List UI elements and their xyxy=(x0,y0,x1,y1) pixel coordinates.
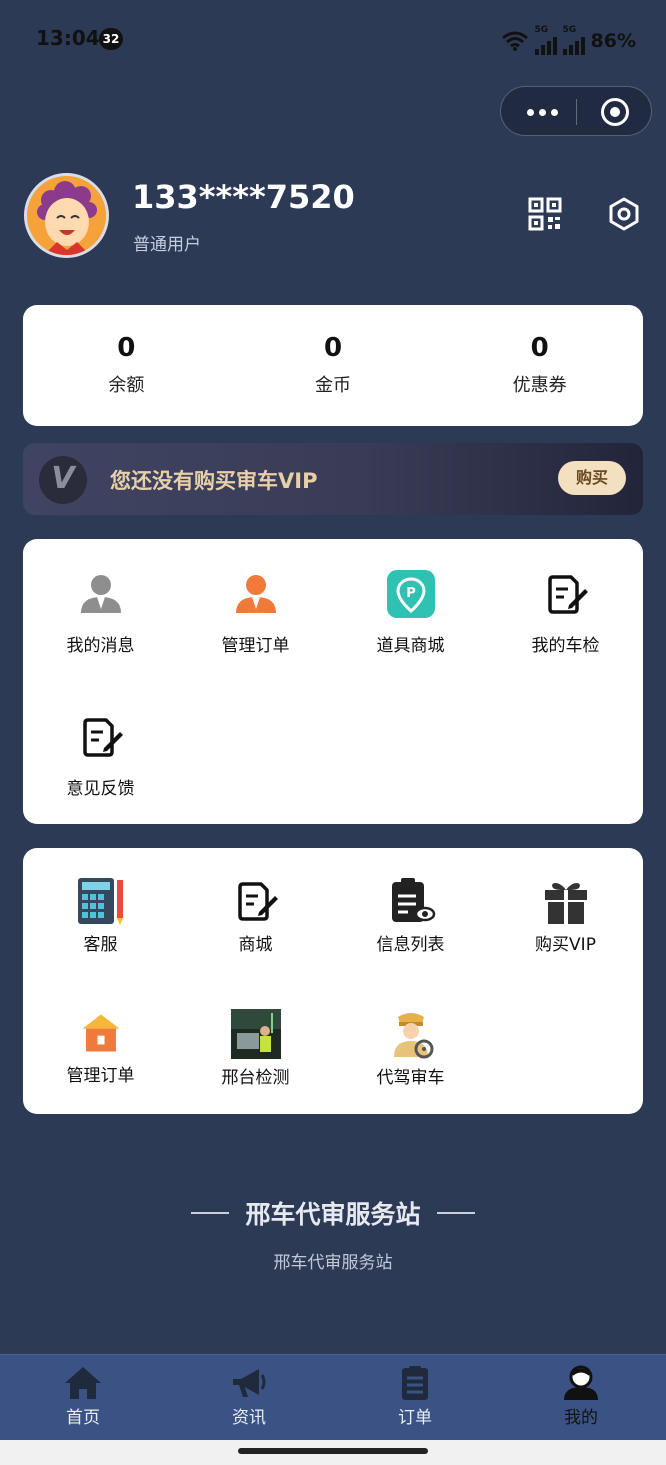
cartoon-avatar-icon xyxy=(27,176,106,255)
edit-document-icon xyxy=(82,718,123,757)
signal-bars-2-icon xyxy=(562,35,585,55)
user-type: 普通用户 xyxy=(133,235,201,255)
tool-xingtai-inspection[interactable]: 邢台检测 xyxy=(178,1009,333,1088)
home-indicator-area xyxy=(0,1440,666,1465)
service-label: 我的消息 xyxy=(66,636,135,656)
tool-label: 代驾审车 xyxy=(376,1068,445,1088)
tool-label: 管理订单 xyxy=(66,1066,135,1086)
home-icon xyxy=(65,1367,101,1399)
edit-document-icon xyxy=(237,882,278,921)
service-prop-mall[interactable]: P 道具商城 xyxy=(333,569,488,656)
user-message-icon xyxy=(80,575,121,613)
qr-code-button[interactable] xyxy=(527,196,563,232)
stat-value: 0 xyxy=(323,333,343,363)
tool-manage-orders[interactable]: 管理订单 xyxy=(23,1011,178,1086)
tab-mine[interactable]: 我的 xyxy=(498,1355,664,1441)
notification-count-badge: 32 xyxy=(99,28,123,50)
stat-label: 余额 xyxy=(108,375,145,396)
clipboard-list-icon xyxy=(402,1366,428,1400)
service-label: 我的车检 xyxy=(531,636,600,656)
signal-bars-1-icon xyxy=(534,35,557,55)
status-indicators: 5G 5G 86% xyxy=(501,26,636,55)
service-label: 意见反馈 xyxy=(66,779,135,799)
tool-buy-vip[interactable]: 购买VIP xyxy=(488,876,643,955)
tab-home[interactable]: 首页 xyxy=(0,1355,166,1441)
tool-label: 邢台检测 xyxy=(221,1068,290,1088)
tools-card: 客服 商城 信息列表 购买VIP 管理订单 邢台检测 代驾审车 xyxy=(23,848,643,1114)
network-type-1: 5G xyxy=(534,25,549,35)
footer-brand: 邢车代审服务站 xyxy=(0,1195,666,1231)
network-type-2: 5G xyxy=(562,25,577,35)
tab-news[interactable]: 资讯 xyxy=(166,1355,332,1441)
divider-right xyxy=(436,1212,475,1214)
tool-label: 商城 xyxy=(238,935,273,955)
footer-title-row: 邢车代审服务站 xyxy=(191,1195,475,1231)
stat-coins[interactable]: 0 金币 xyxy=(230,305,437,426)
signal-1: 5G xyxy=(534,25,557,55)
user-phone: 133****7520 xyxy=(132,178,355,216)
footer-title: 邢车代审服务站 xyxy=(245,1200,421,1229)
divider-left xyxy=(191,1212,230,1214)
driver-avatar-icon xyxy=(393,1013,433,1059)
gift-icon xyxy=(544,883,587,924)
close-target-icon[interactable] xyxy=(601,98,629,126)
photo-thumbnail xyxy=(230,1009,281,1059)
tool-customer-service[interactable]: 客服 xyxy=(23,876,178,955)
service-my-inspection[interactable]: 我的车检 xyxy=(488,569,643,656)
status-time: 13:04 xyxy=(36,26,100,50)
tool-mall[interactable]: 商城 xyxy=(178,876,333,955)
calculator-icon xyxy=(77,878,123,925)
svg-text:P: P xyxy=(406,586,416,601)
settings-hexagon-icon xyxy=(609,197,639,231)
vip-banner[interactable]: V 您还没有购买审车VIP 购买 xyxy=(23,443,643,515)
service-feedback[interactable]: 意见反馈 xyxy=(23,712,178,799)
account-stats-card: 0 余额 0 金币 0 优惠券 xyxy=(23,305,643,426)
stat-coupons[interactable]: 0 优惠券 xyxy=(436,305,643,426)
tool-label: 客服 xyxy=(83,935,118,955)
house-icon xyxy=(82,1014,119,1052)
map-pin-p-icon: P xyxy=(386,570,435,618)
tab-label: 我的 xyxy=(564,1408,598,1428)
bottom-tab-bar: 首页 资讯 订单 我的 xyxy=(0,1354,666,1440)
signal-2: 5G xyxy=(562,25,585,55)
avatar[interactable] xyxy=(24,173,109,258)
miniprogram-capsule xyxy=(500,86,652,136)
stat-value: 0 xyxy=(117,333,136,363)
status-bar: 13:04 32 5G 5G 86% xyxy=(0,0,666,80)
tool-label: 信息列表 xyxy=(376,935,445,955)
tool-info-list[interactable]: 信息列表 xyxy=(333,876,488,955)
services-card: 我的消息 管理订单 P 道具商城 我的车检 意见反馈 xyxy=(23,539,643,824)
stat-label: 金币 xyxy=(315,375,351,396)
battery-level: 86% xyxy=(590,29,636,52)
stat-value: 0 xyxy=(530,333,549,363)
service-manage-orders[interactable]: 管理订单 xyxy=(178,569,333,656)
edit-document-icon xyxy=(547,575,588,614)
manager-user-icon xyxy=(235,575,276,613)
tab-label: 订单 xyxy=(398,1408,432,1428)
vip-buy-button[interactable]: 购买 xyxy=(558,461,626,495)
wifi-icon xyxy=(501,31,528,51)
vip-promo-text: 您还没有购买审车VIP xyxy=(110,469,318,493)
clipboard-eye-icon xyxy=(391,878,435,922)
tool-chauffeur-inspection[interactable]: 代驾审车 xyxy=(333,1009,488,1088)
qr-code-icon xyxy=(528,197,562,231)
settings-button[interactable] xyxy=(606,196,642,232)
tool-label: 购买VIP xyxy=(535,935,596,955)
footer-subtitle: 邢车代审服务站 xyxy=(273,1253,393,1273)
tab-orders[interactable]: 订单 xyxy=(332,1355,498,1441)
megaphone-icon xyxy=(233,1369,266,1397)
service-label: 管理订单 xyxy=(221,636,290,656)
tab-label: 首页 xyxy=(66,1408,100,1428)
capsule-divider xyxy=(576,99,577,125)
more-icon[interactable] xyxy=(527,109,558,116)
home-indicator[interactable] xyxy=(238,1448,428,1454)
service-my-messages[interactable]: 我的消息 xyxy=(23,569,178,656)
tab-label: 资讯 xyxy=(232,1408,266,1428)
vip-logo-icon: V xyxy=(39,456,87,504)
stat-label: 优惠券 xyxy=(512,375,567,396)
service-label: 道具商城 xyxy=(376,636,445,656)
user-profile-icon xyxy=(564,1365,598,1400)
stat-balance[interactable]: 0 余额 xyxy=(23,305,230,426)
